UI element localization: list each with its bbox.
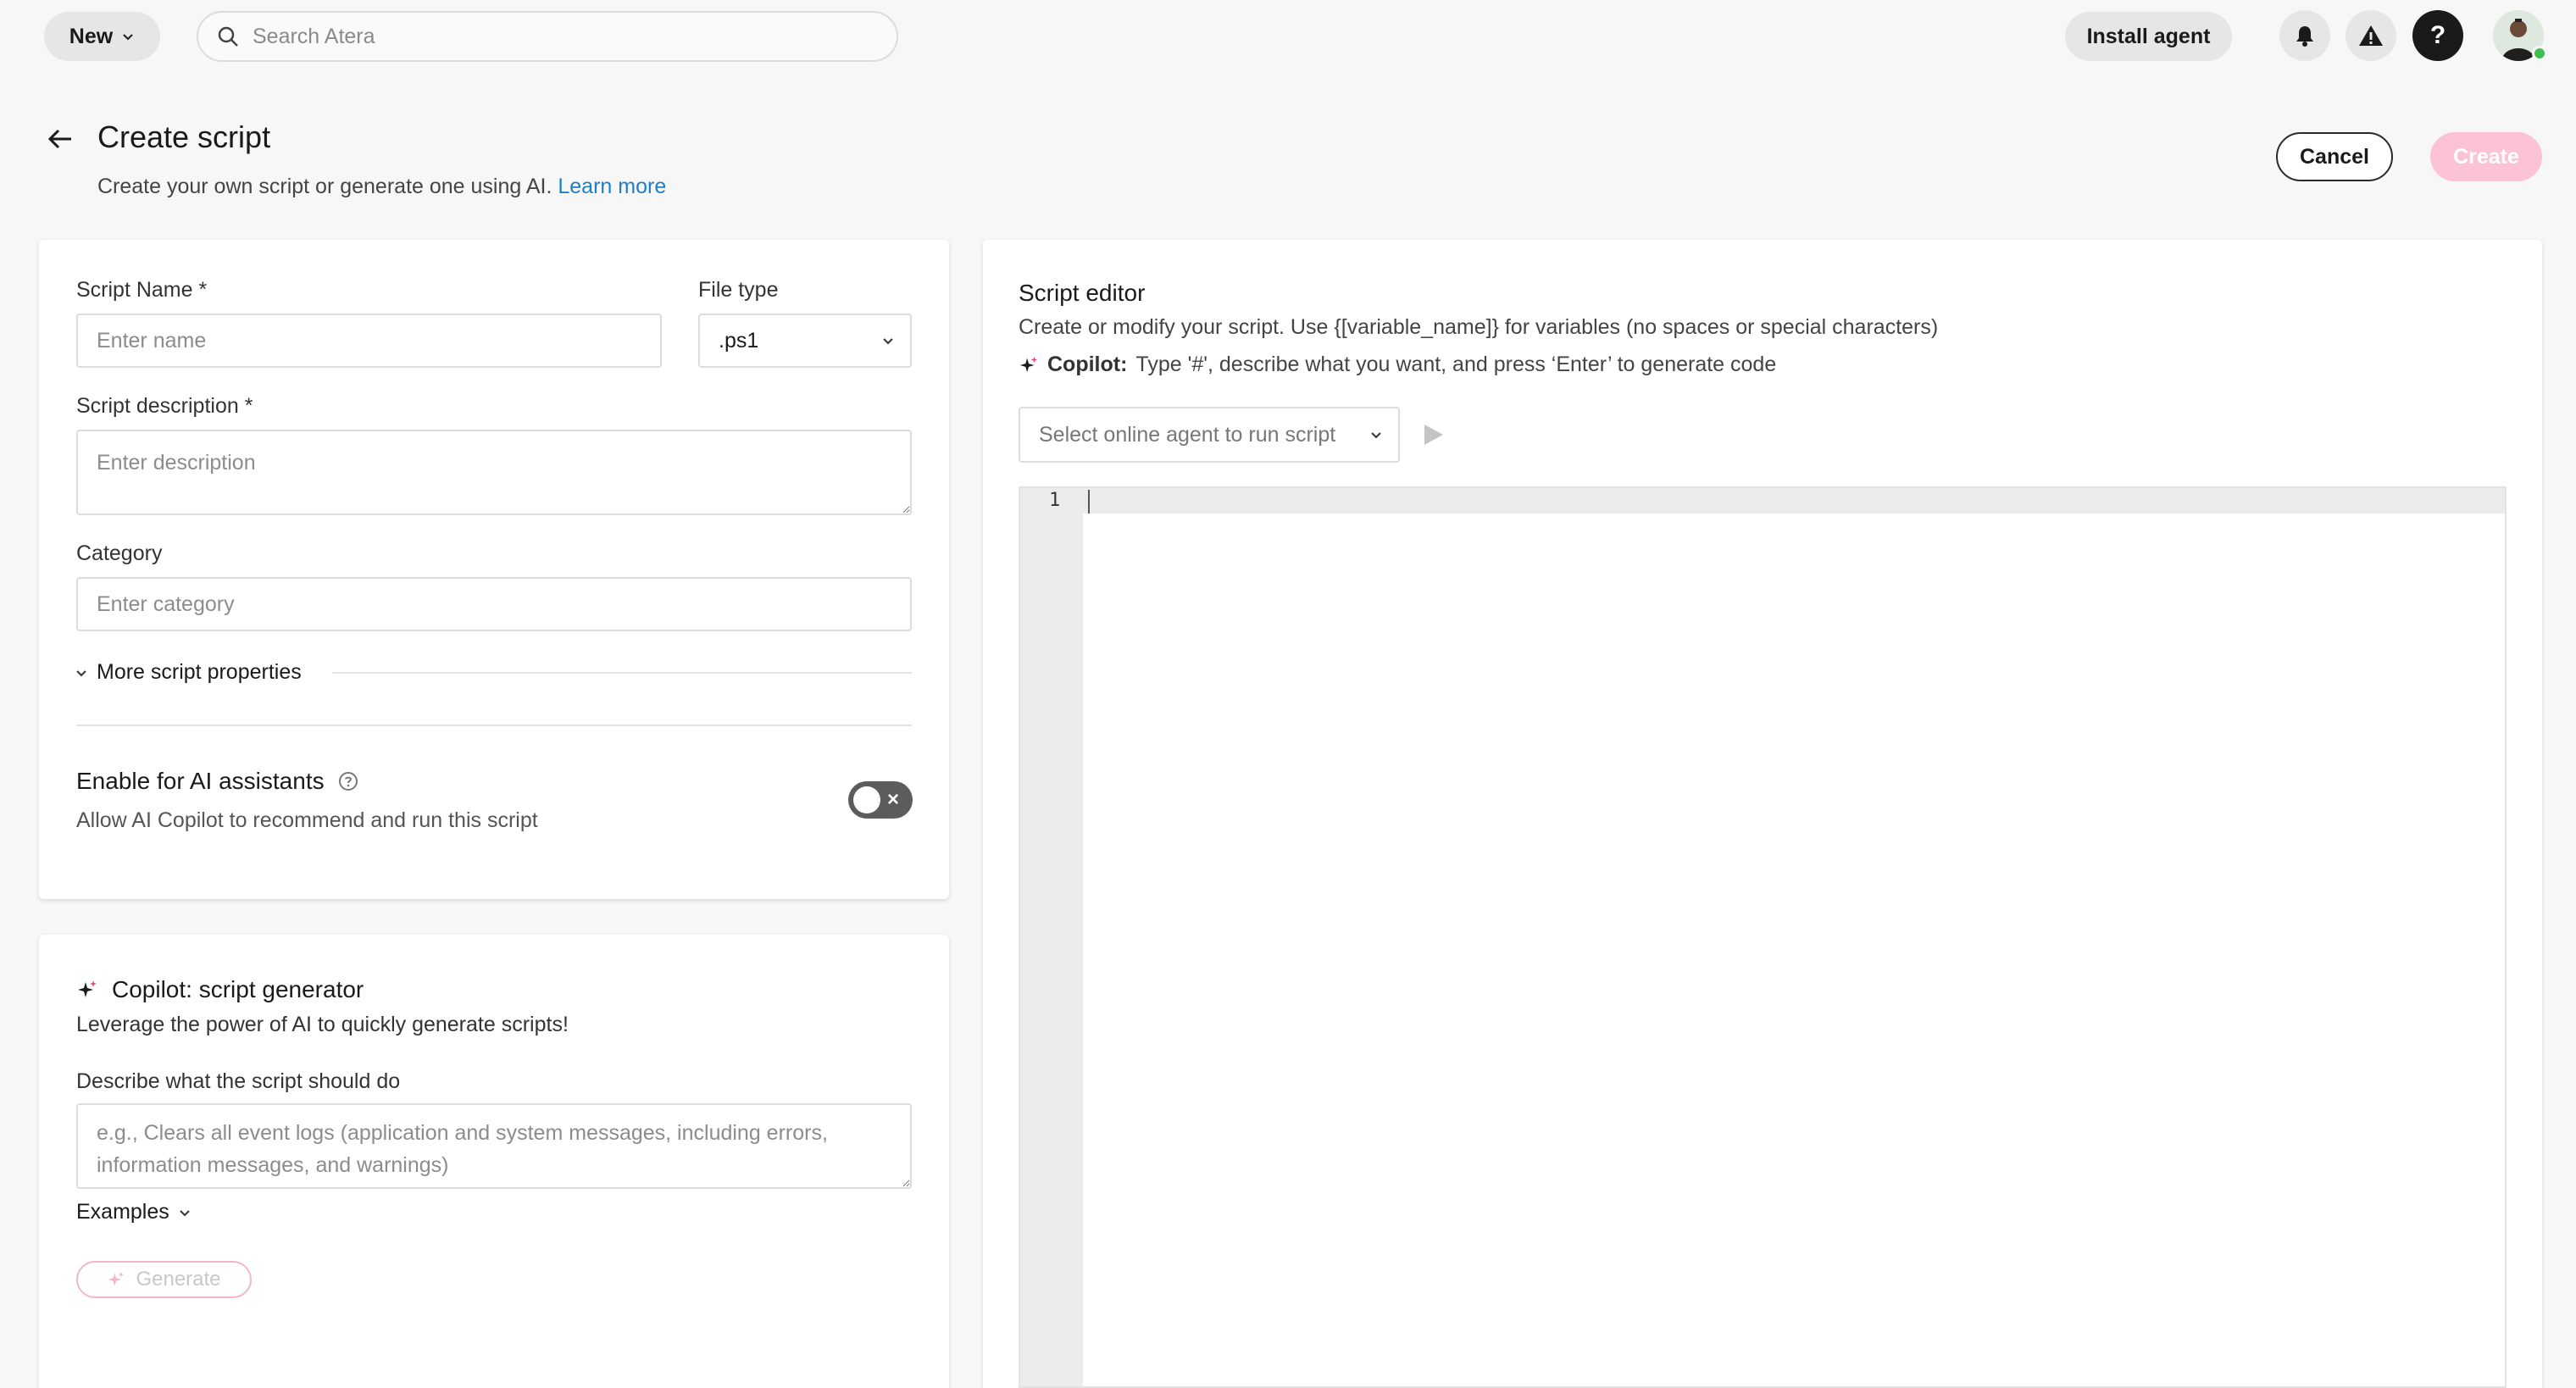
- search-input[interactable]: [253, 24, 846, 49]
- bell-icon: [2296, 26, 2313, 47]
- copilot-title: Copilot: script generator: [112, 976, 364, 1002]
- play-icon[interactable]: [1420, 422, 1446, 447]
- more-properties-label: More script properties: [97, 660, 302, 684]
- divider: [76, 725, 912, 726]
- active-line-highlight: [1020, 488, 2505, 514]
- cancel-button[interactable]: Cancel: [2276, 132, 2393, 181]
- chevron-down-icon: [180, 1209, 190, 1216]
- back-arrow-icon[interactable]: [46, 124, 76, 154]
- generate-label: Generate: [136, 1268, 221, 1291]
- code-editor[interactable]: 1: [1019, 486, 2507, 1388]
- chevron-down-icon: [76, 669, 86, 676]
- alerts-button[interactable]: [2346, 10, 2396, 61]
- editor-copilot-hint: Copilot: Type '#', describe what you wan…: [1019, 353, 1776, 377]
- category-label: Category: [76, 541, 163, 565]
- description-input[interactable]: [76, 430, 912, 515]
- ai-assistants-toggle[interactable]: ×: [848, 781, 913, 819]
- category-input[interactable]: [76, 577, 912, 631]
- file-type-select[interactable]: .ps1: [698, 314, 912, 368]
- text-cursor: [1088, 490, 1090, 514]
- describe-input[interactable]: [76, 1103, 912, 1189]
- notifications-button[interactable]: [2279, 10, 2330, 61]
- sparkle-icon: [78, 980, 97, 997]
- examples-label: Examples: [76, 1200, 169, 1224]
- chevron-down-icon: [883, 338, 893, 345]
- help-icon: ?: [2429, 21, 2446, 49]
- examples-toggle[interactable]: Examples: [76, 1200, 192, 1224]
- description-label: Script description *: [76, 394, 253, 418]
- copilot-heading: Copilot: script generator: [76, 976, 364, 1003]
- describe-label: Describe what the script should do: [76, 1069, 401, 1093]
- agent-select[interactable]: Select online agent to run script: [1019, 407, 1400, 463]
- editor-title: Script editor: [1019, 280, 1146, 306]
- script-name-label: Script Name *: [76, 278, 208, 302]
- search-icon: [218, 26, 238, 47]
- chevron-down-icon: [1371, 432, 1381, 439]
- online-status-dot: [2532, 46, 2547, 61]
- copilot-prefix: Copilot:: [1047, 353, 1128, 376]
- close-icon: ×: [887, 788, 900, 811]
- new-button-label: New: [69, 24, 114, 48]
- agent-select-placeholder: Select online agent to run script: [1039, 422, 1336, 447]
- script-name-input[interactable]: [76, 314, 662, 368]
- help-circle-icon[interactable]: [338, 771, 358, 791]
- create-button[interactable]: Create: [2430, 132, 2542, 181]
- copilot-hint-text: Type '#', describe what you want, and pr…: [1135, 353, 1777, 376]
- ai-assistants-subtitle: Allow AI Copilot to recommend and run th…: [76, 808, 538, 832]
- top-bar: New Install agent ?: [0, 0, 2576, 73]
- toggle-knob: [853, 786, 880, 813]
- ai-assistants-heading: Enable for AI assistants: [76, 768, 358, 795]
- line-number: 1: [1049, 490, 1061, 511]
- search-bar[interactable]: [197, 11, 898, 62]
- line-number-gutter: [1020, 488, 1083, 1386]
- editor-description: Create or modify your script. Use {[vari…: [1019, 315, 1939, 339]
- page-subtitle-text: Create your own script or generate one u…: [97, 175, 552, 198]
- file-type-value: .ps1: [719, 328, 759, 353]
- divider: [332, 672, 912, 674]
- page-title: Create script: [97, 119, 271, 154]
- page-subtitle: Create your own script or generate one u…: [97, 175, 666, 199]
- sparkle-icon: [108, 1271, 125, 1286]
- learn-more-link[interactable]: Learn more: [558, 175, 666, 198]
- more-properties-toggle[interactable]: More script properties: [75, 660, 302, 685]
- help-button[interactable]: ?: [2412, 10, 2463, 61]
- install-agent-button[interactable]: Install agent: [2065, 12, 2232, 61]
- generate-button[interactable]: Generate: [76, 1261, 252, 1298]
- file-type-label: File type: [698, 278, 779, 302]
- ai-assistants-title: Enable for AI assistants: [76, 768, 325, 794]
- new-button[interactable]: New: [44, 12, 160, 61]
- chevron-down-icon: [123, 34, 133, 41]
- copilot-subtitle: Leverage the power of AI to quickly gene…: [76, 1013, 569, 1036]
- warning-icon: [2359, 25, 2383, 46]
- sparkle-icon: [1019, 356, 1038, 372]
